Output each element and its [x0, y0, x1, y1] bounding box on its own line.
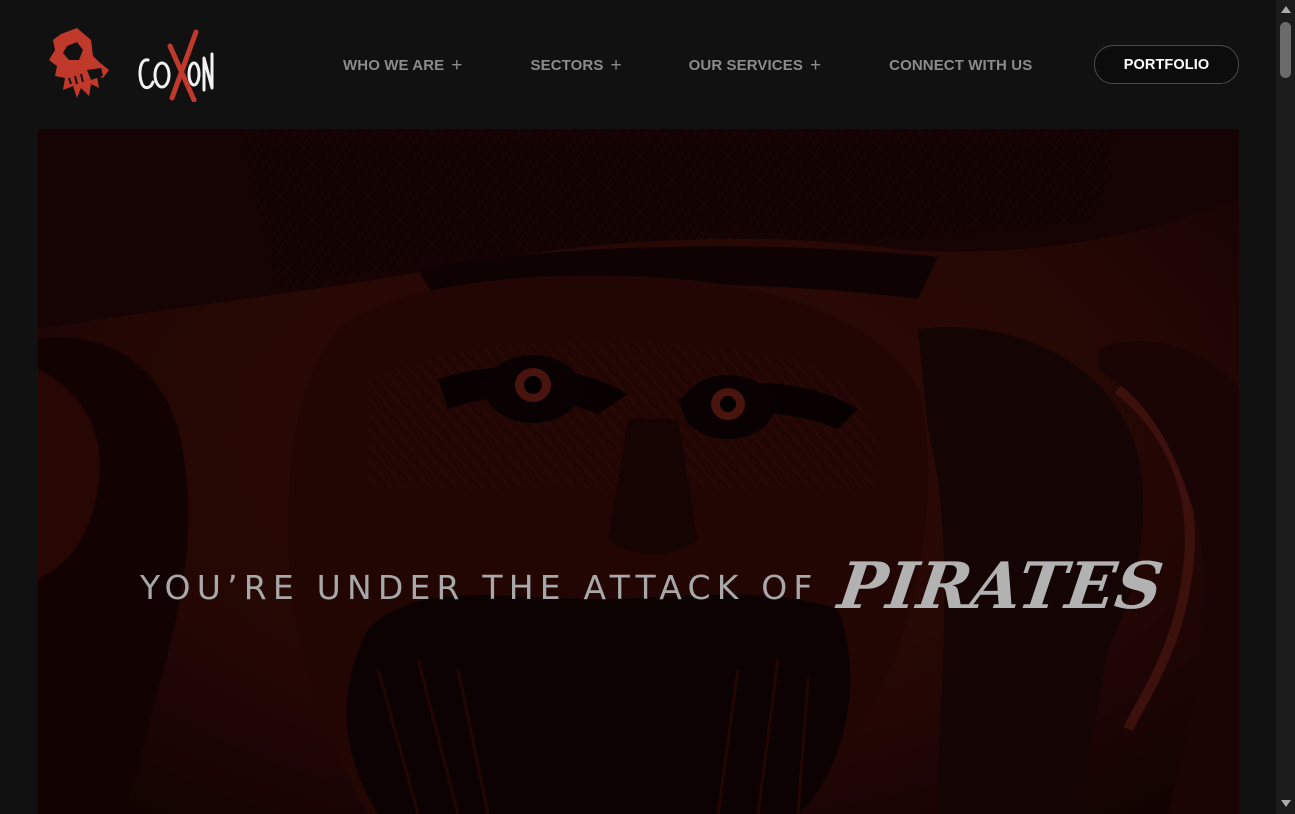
site-header: WHO WE ARE + SECTORS + OUR SERVICES + CO… [0, 0, 1276, 128]
hero-headline-lead: YOU’RE UNDER THE ATTACK OF [140, 567, 819, 607]
hero-headline-pirates: PIRATES [833, 549, 1168, 624]
nav-item-sectors[interactable]: SECTORS + [530, 54, 622, 76]
nav-item-label: CONNECT WITH US [889, 56, 1033, 74]
plus-icon: + [610, 54, 622, 76]
coxon-wordmark-logo[interactable] [134, 28, 216, 102]
scrollbar-thumb[interactable] [1280, 22, 1291, 78]
scroll-down-arrow-icon[interactable] [1281, 800, 1291, 807]
scroll-up-arrow-icon[interactable] [1281, 6, 1291, 13]
skull-logo-icon[interactable] [47, 26, 111, 100]
main-nav: WHO WE ARE + SECTORS + OUR SERVICES + CO… [343, 54, 1032, 76]
portfolio-button[interactable]: PORTFOLIO [1094, 45, 1239, 84]
nav-item-who-we-are[interactable]: WHO WE ARE + [343, 54, 463, 76]
plus-icon: + [451, 54, 463, 76]
pirate-illustration-image [38, 129, 1239, 814]
nav-item-label: WHO WE ARE [343, 56, 445, 74]
hero-headline: YOU’RE UNDER THE ATTACK OF PIRATES [140, 549, 1167, 624]
vertical-scrollbar[interactable] [1276, 0, 1295, 814]
hero-banner: YOU’RE UNDER THE ATTACK OF PIRATES [38, 129, 1239, 814]
nav-item-connect-with-us[interactable]: CONNECT WITH US [889, 57, 1032, 74]
nav-item-label: OUR SERVICES [688, 56, 803, 74]
nav-item-our-services[interactable]: OUR SERVICES + [688, 54, 822, 76]
plus-icon: + [809, 54, 822, 76]
page: WHO WE ARE + SECTORS + OUR SERVICES + CO… [0, 0, 1295, 814]
nav-item-label: SECTORS [530, 56, 604, 74]
